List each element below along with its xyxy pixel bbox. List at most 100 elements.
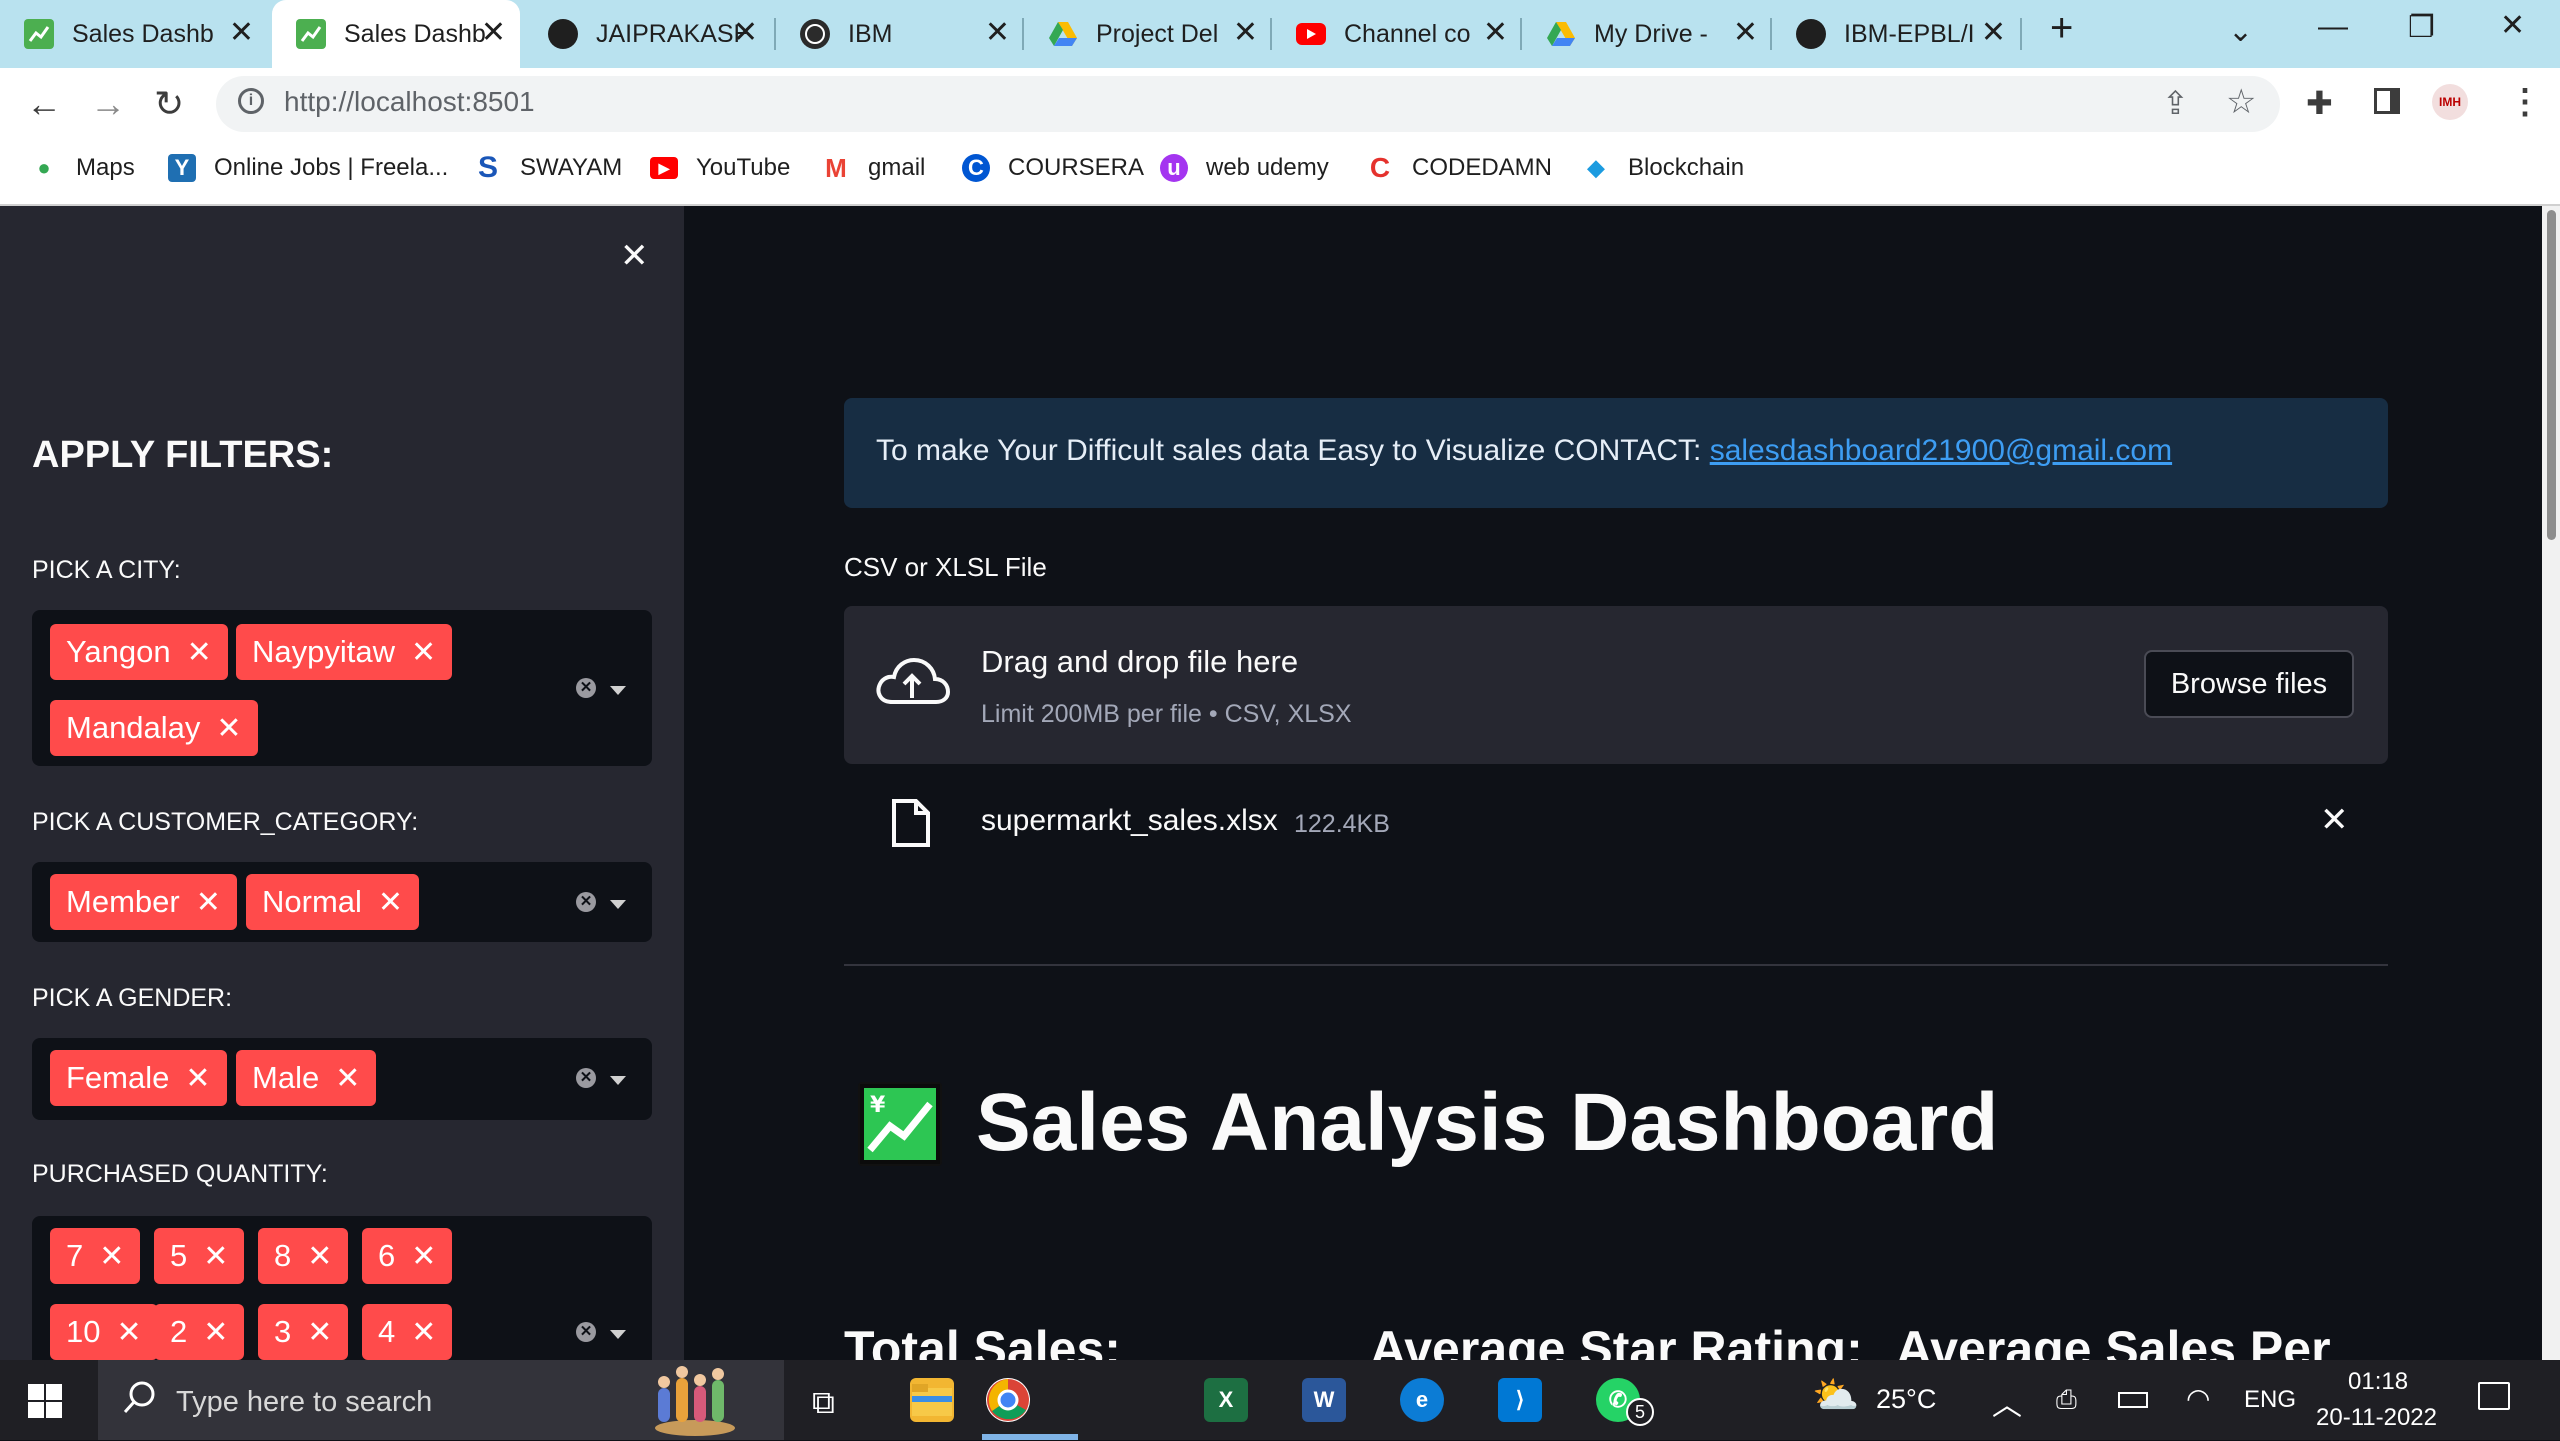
reload-icon[interactable]: ↻ [154,84,184,124]
gender-multiselect[interactable]: Female ✕ Male ✕ ✕ [32,1038,652,1120]
clear-all-icon[interactable]: ✕ [576,892,596,912]
tab-close-icon[interactable]: ✕ [1981,18,2006,48]
chip-remove-icon[interactable]: ✕ [116,1315,141,1350]
tab-search-chevron-icon[interactable]: ⌄ [2228,14,2253,49]
chip-qty-8[interactable]: 8 ✕ [258,1228,349,1284]
contact-email-link[interactable]: salesdashboard21900@gmail.com [1710,434,2172,467]
tab-sales-dashboard-1[interactable]: Sales Dashb ✕ [0,0,268,68]
back-arrow-icon[interactable]: ← [26,84,62,124]
dropdown-caret-icon[interactable] [610,1076,626,1085]
city-multiselect[interactable]: Yangon ✕ Naypyitaw ✕ Mandalay ✕ ✕ [32,610,652,766]
forward-arrow-icon[interactable]: → [90,84,126,124]
browse-files-button[interactable]: Browse files [2144,650,2354,718]
bookmark-maps[interactable]: ● Maps [30,150,134,186]
chip-remove-icon[interactable]: ✕ [185,1061,210,1096]
meet-now-icon[interactable]: ⎙ [2056,1384,2077,1416]
chip-yangon[interactable]: Yangon ✕ [50,624,228,680]
chip-qty-6[interactable]: 6 ✕ [362,1228,453,1284]
chip-remove-icon[interactable]: ✕ [411,1239,436,1274]
chip-qty-2[interactable]: 2 ✕ [154,1304,245,1360]
dropdown-caret-icon[interactable] [610,1330,626,1339]
tab-ibm[interactable]: IBM ✕ [776,0,1024,68]
vscode-icon[interactable]: ⟩ [1498,1378,1542,1422]
tab-github-ibm-epbl[interactable]: IBM-EPBL/I ✕ [1772,0,2020,68]
site-info-icon[interactable]: i [238,88,264,114]
bookmark-coursera[interactable]: C COURSERA [962,150,1144,186]
wifi-icon[interactable]: ◠ [2186,1382,2210,1415]
edge-icon[interactable]: e [1400,1378,1444,1422]
dropdown-caret-icon[interactable] [610,686,626,695]
chip-qty-4[interactable]: 4 ✕ [362,1304,453,1360]
minimize-window-icon[interactable]: — [2318,10,2348,44]
chip-member[interactable]: Member ✕ [50,874,237,930]
chip-remove-icon[interactable]: ✕ [378,885,403,920]
tab-github-jaiprakash[interactable]: JAIPRAKASH ✕ [524,0,772,68]
windows-start-icon[interactable] [28,1384,62,1423]
clear-all-icon[interactable]: ✕ [576,1068,596,1088]
side-panel-icon[interactable] [2374,88,2400,114]
chip-remove-icon[interactable]: ✕ [203,1315,228,1350]
chip-remove-icon[interactable]: ✕ [196,885,221,920]
chip-female[interactable]: Female ✕ [50,1050,227,1106]
clock-time[interactable]: 01:18 [2348,1368,2408,1396]
bookmark-udemy[interactable]: u web udemy [1160,150,1329,186]
chip-remove-icon[interactable]: ✕ [335,1061,360,1096]
chip-qty-7[interactable]: 7 ✕ [50,1228,141,1284]
bookmark-swayam[interactable]: S SWAYAM [474,150,622,186]
show-hidden-icons-chevron-icon[interactable]: ︿ [1992,1380,2022,1424]
language-indicator[interactable]: ENG [2244,1386,2296,1414]
bookmark-star-icon[interactable]: ☆ [2226,82,2256,122]
chip-mandalay[interactable]: Mandalay ✕ [50,700,258,756]
weather-temperature[interactable]: 25°C [1876,1384,1936,1415]
bookmark-gmail[interactable]: Mgmail [822,150,925,186]
chip-normal[interactable]: Normal ✕ [246,874,420,930]
bookmark-blockchain[interactable]: ◆ Blockchain [1582,150,1745,186]
file-explorer-icon[interactable] [910,1378,954,1422]
quantity-multiselect[interactable]: 7 ✕ 5 ✕ 8 ✕ 6 ✕ 10 ✕ 2 ✕ 3 ✕ 4 ✕ ✕ [32,1216,652,1360]
word-icon[interactable]: W [1302,1378,1346,1422]
tab-youtube-channel[interactable]: Channel co ✕ [1272,0,1522,68]
clock-date[interactable]: 20-11-2022 [2316,1404,2437,1432]
notifications-icon[interactable] [2478,1382,2510,1410]
restore-window-icon[interactable]: ❐ [2408,10,2435,45]
remove-file-icon[interactable]: ✕ [2320,800,2349,840]
tab-close-icon[interactable]: ✕ [481,18,506,48]
bookmark-youtube[interactable]: ▶ YouTube [650,150,790,186]
customer-category-multiselect[interactable]: Member ✕ Normal ✕ ✕ [32,862,652,942]
chrome-icon[interactable] [986,1378,1030,1422]
tab-project-delivery[interactable]: Project Del ✕ [1024,0,1272,68]
chip-remove-icon[interactable]: ✕ [187,635,212,670]
chip-remove-icon[interactable]: ✕ [411,1315,436,1350]
task-view-icon[interactable]: ⧉ [812,1384,835,1422]
tab-close-icon[interactable]: ✕ [733,18,758,48]
share-icon[interactable]: ⇪ [2162,84,2189,122]
tab-close-icon[interactable]: ✕ [985,18,1010,48]
weather-icon[interactable]: ⛅ [1812,1374,1859,1418]
tab-my-drive[interactable]: My Drive - ✕ [1522,0,1772,68]
clear-all-icon[interactable]: ✕ [576,1322,596,1342]
new-tab-button[interactable]: + [2050,6,2073,51]
chip-remove-icon[interactable]: ✕ [203,1239,228,1274]
tab-close-icon[interactable]: ✕ [1233,18,1258,48]
tab-sales-dashboard-active[interactable]: Sales Dashb ✕ [272,0,520,68]
chip-remove-icon[interactable]: ✕ [99,1239,124,1274]
profile-avatar[interactable]: IMH [2432,84,2468,120]
chip-male[interactable]: Male ✕ [236,1050,377,1106]
scrollbar-thumb[interactable] [2547,210,2556,540]
chip-qty-5[interactable]: 5 ✕ [154,1228,245,1284]
tab-close-icon[interactable]: ✕ [1483,18,1508,48]
clear-all-icon[interactable]: ✕ [576,678,596,698]
close-window-icon[interactable]: ✕ [2500,8,2525,43]
tab-close-icon[interactable]: ✕ [229,18,254,48]
chip-naypyitaw[interactable]: Naypyitaw ✕ [236,624,453,680]
chip-remove-icon[interactable]: ✕ [411,635,436,670]
close-sidebar-icon[interactable]: ✕ [620,236,649,276]
extensions-puzzle-icon[interactable]: ✚ [2306,84,2333,122]
chip-remove-icon[interactable]: ✕ [307,1239,332,1274]
battery-icon[interactable] [2118,1392,2148,1408]
tab-close-icon[interactable]: ✕ [1733,18,1758,48]
excel-icon[interactable]: X [1204,1378,1248,1422]
chip-remove-icon[interactable]: ✕ [307,1315,332,1350]
chip-qty-10[interactable]: 10 ✕ [50,1304,158,1360]
browser-menu-icon[interactable]: ⋮ [2508,82,2542,122]
